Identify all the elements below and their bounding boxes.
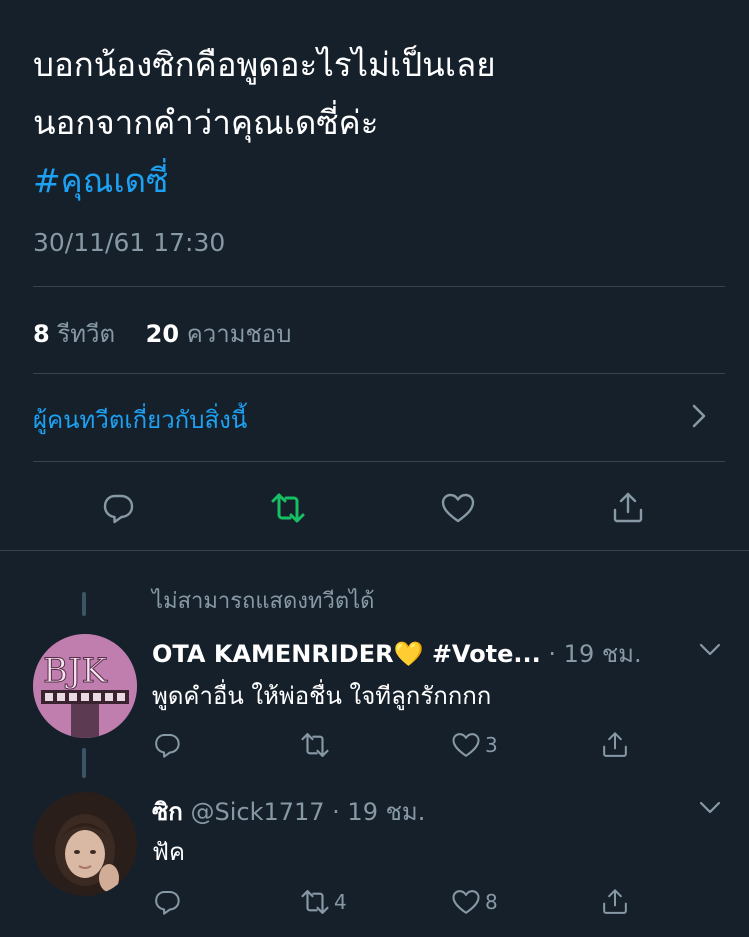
unavailable-tweet-notice: ไม่สามารถแสดงทวีตได้ <box>152 589 375 614</box>
heart-icon <box>441 493 475 523</box>
share-icon <box>613 492 643 523</box>
retweet-count: 4 <box>334 890 347 914</box>
reply-time: · 19 ชม. <box>540 640 642 668</box>
tweet-text: บอกน้องซิกคือพูดอะไรไม่เป็นเลย นอกจากคำว… <box>33 36 723 210</box>
retweet-icon <box>271 493 305 523</box>
tweet-timestamp: 30/11/61 17:30 <box>33 228 226 257</box>
reply-time: · 19 ชม. <box>324 798 426 826</box>
thread-line <box>82 748 86 778</box>
share-icon <box>603 889 627 914</box>
retweet-icon <box>301 890 329 914</box>
tweet-stats: 8 รีทวีต 20 ความชอบ <box>33 314 291 353</box>
svg-text:BJK: BJK <box>43 651 108 691</box>
like-button[interactable]: 8 <box>451 887 498 917</box>
avatar-image: BJK <box>33 634 137 738</box>
chevron-right-icon[interactable] <box>689 402 709 430</box>
reply-icon <box>103 494 134 524</box>
heart-icon <box>452 733 480 757</box>
share-icon <box>603 732 627 757</box>
divider <box>33 373 725 374</box>
like-button[interactable] <box>438 488 478 528</box>
reply-button[interactable] <box>152 730 186 760</box>
divider <box>33 461 725 462</box>
reply-icon <box>155 734 180 758</box>
share-button[interactable] <box>600 730 630 760</box>
thread-line <box>82 592 86 616</box>
share-button[interactable] <box>608 488 648 528</box>
reply-icon <box>155 891 180 915</box>
retweet-button[interactable]: 4 <box>300 887 347 917</box>
reply-author-handle[interactable]: @Sick1717 <box>190 798 324 826</box>
reply-author-name[interactable]: OTA KAMENRIDER💛 #Vote... <box>152 640 541 668</box>
chevron-down-icon[interactable] <box>698 642 722 658</box>
retweets-count[interactable]: 8 <box>33 320 50 348</box>
likes-label[interactable]: ความชอบ <box>187 320 292 348</box>
reply-button[interactable] <box>152 887 186 917</box>
avatar[interactable]: BJK <box>33 634 137 738</box>
reply-header: ซิก @Sick1717 · 19 ชม. <box>152 792 425 831</box>
retweets-label[interactable]: รีทวีต <box>57 320 115 348</box>
like-count: 3 <box>485 733 498 757</box>
heart-icon <box>452 890 480 914</box>
related-tweets-link[interactable]: ผู้คนทวีตเกี่ยวกับสิ่งนี้ <box>33 400 247 439</box>
likes-count[interactable]: 20 <box>146 320 179 348</box>
retweet-icon <box>301 733 329 757</box>
reply-button[interactable] <box>98 488 138 528</box>
retweet-button[interactable] <box>300 730 334 760</box>
avatar[interactable] <box>33 792 137 896</box>
section-divider <box>0 550 749 551</box>
hashtag-link[interactable]: #คุณเดซี่ <box>33 152 723 210</box>
reply-header: OTA KAMENRIDER💛 #Vote... · 19 ชม. <box>152 634 642 673</box>
reply-text: พูดคำอื่น ให้พ่อชื่น ใจทีลูกรักกกก <box>152 682 492 710</box>
avatar-image <box>33 792 137 896</box>
tweet-line-2: นอกจากคำว่าคุณเดซี่ค่ะ <box>33 103 379 142</box>
share-button[interactable] <box>600 887 630 917</box>
reply-text: ฟัค <box>152 838 186 866</box>
like-count: 8 <box>485 890 498 914</box>
retweet-button[interactable] <box>268 488 308 528</box>
reply-author-name[interactable]: ซิก <box>152 798 183 826</box>
tweet-line-1: บอกน้องซิกคือพูดอะไรไม่เป็นเลย <box>33 45 496 84</box>
chevron-down-icon[interactable] <box>698 800 722 816</box>
like-button[interactable]: 3 <box>451 730 498 760</box>
divider <box>33 286 725 287</box>
